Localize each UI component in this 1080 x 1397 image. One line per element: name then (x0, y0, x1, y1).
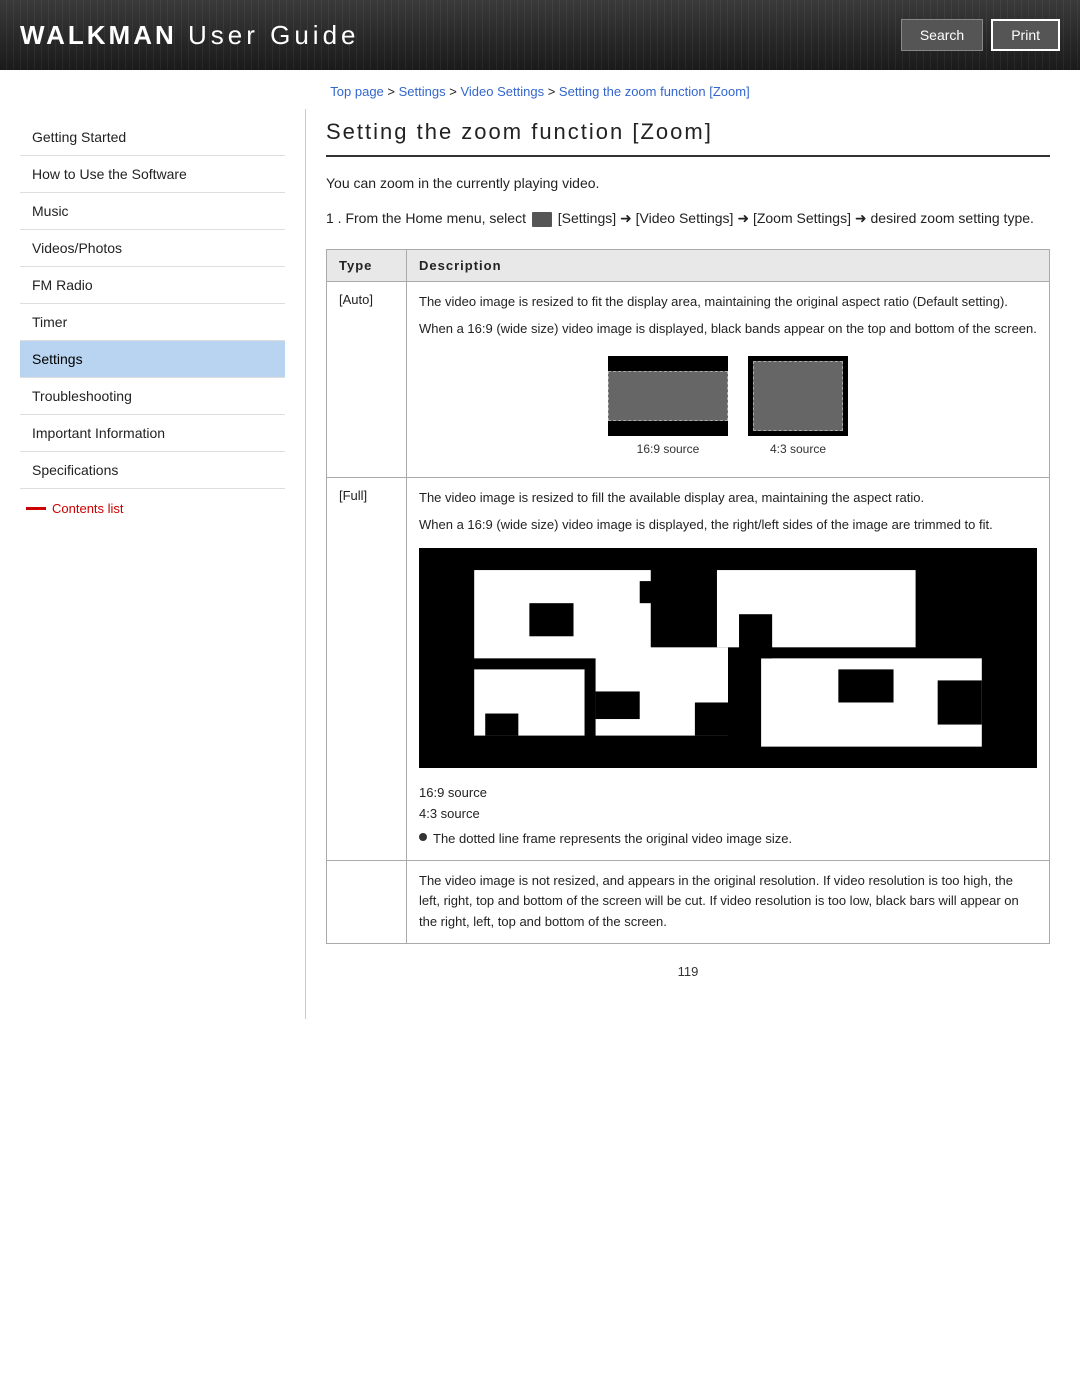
auto-16-9-diagram: 16:9 source (608, 356, 728, 459)
main-layout: Getting Started How to Use the Software … (0, 109, 1080, 1019)
breadcrumb-zoom-function[interactable]: Setting the zoom function [Zoom] (559, 84, 750, 99)
title-bold: WALKMAN (20, 20, 177, 50)
breadcrumb-top-page[interactable]: Top page (330, 84, 384, 99)
header-buttons: Search Print (901, 19, 1060, 51)
table-row-original: The video image is not resized, and appe… (327, 860, 1050, 943)
intro-text: You can zoom in the currently playing vi… (326, 175, 1050, 191)
sidebar-item-fm-radio[interactable]: FM Radio (20, 267, 285, 304)
sidebar-item-music[interactable]: Music (20, 193, 285, 230)
app-title: WALKMAN User Guide (20, 20, 360, 51)
search-button[interactable]: Search (901, 19, 983, 51)
print-button[interactable]: Print (991, 19, 1060, 51)
desc-auto: The video image is resized to fit the di… (407, 282, 1050, 478)
breadcrumb-settings[interactable]: Settings (399, 84, 446, 99)
page-number: 119 (326, 964, 1050, 979)
sidebar-item-specifications[interactable]: Specifications (20, 452, 285, 489)
header: WALKMAN User Guide Search Print (0, 0, 1080, 70)
full-zoom-image (419, 548, 1037, 769)
table-row-auto: [Auto] The video image is resized to fit… (327, 282, 1050, 478)
sidebar-item-timer[interactable]: Timer (20, 304, 285, 341)
auto-16-9-label: 16:9 source (637, 440, 700, 459)
sidebar: Getting Started How to Use the Software … (20, 109, 305, 1019)
sidebar-item-troubleshooting[interactable]: Troubleshooting (20, 378, 285, 415)
table-row-full: [Full] The video image is resized to fil… (327, 478, 1050, 860)
content-area: Setting the zoom function [Zoom] You can… (305, 109, 1060, 1019)
breadcrumb-video-settings[interactable]: Video Settings (460, 84, 544, 99)
desc-full: The video image is resized to fill the a… (407, 478, 1050, 860)
sidebar-item-settings[interactable]: Settings (20, 341, 285, 378)
type-original (327, 860, 407, 943)
auto-4-3-diagram: 4:3 source (748, 356, 848, 459)
step1-text: 1 . From the Home menu, select [Settings… (326, 207, 1050, 229)
sidebar-item-videos-photos[interactable]: Videos/Photos (20, 230, 285, 267)
sidebar-item-getting-started[interactable]: Getting Started (20, 119, 285, 156)
auto-4-3-label: 4:3 source (770, 440, 826, 459)
col-type: Type (327, 250, 407, 282)
sidebar-item-how-to-use-software[interactable]: How to Use the Software (20, 156, 285, 193)
breadcrumb: Top page > Settings > Video Settings > S… (0, 70, 1080, 109)
settings-icon (532, 212, 552, 227)
contents-list-link[interactable]: Contents list (20, 489, 285, 520)
type-auto: [Auto] (327, 282, 407, 478)
bullet-dotted-line: The dotted line frame represents the ori… (419, 829, 1037, 850)
bullet-icon (419, 833, 427, 841)
sidebar-item-important-information[interactable]: Important Information (20, 415, 285, 452)
type-full: [Full] (327, 478, 407, 860)
page-title: Setting the zoom function [Zoom] (326, 119, 1050, 157)
desc-original: The video image is not resized, and appe… (407, 860, 1050, 943)
zoom-table: Type Description [Auto] The video image … (326, 249, 1050, 944)
auto-diagrams: 16:9 source 4:3 source (419, 356, 1037, 459)
full-image-container (419, 548, 1037, 776)
title-thin: User Guide (177, 20, 360, 50)
col-description: Description (407, 250, 1050, 282)
